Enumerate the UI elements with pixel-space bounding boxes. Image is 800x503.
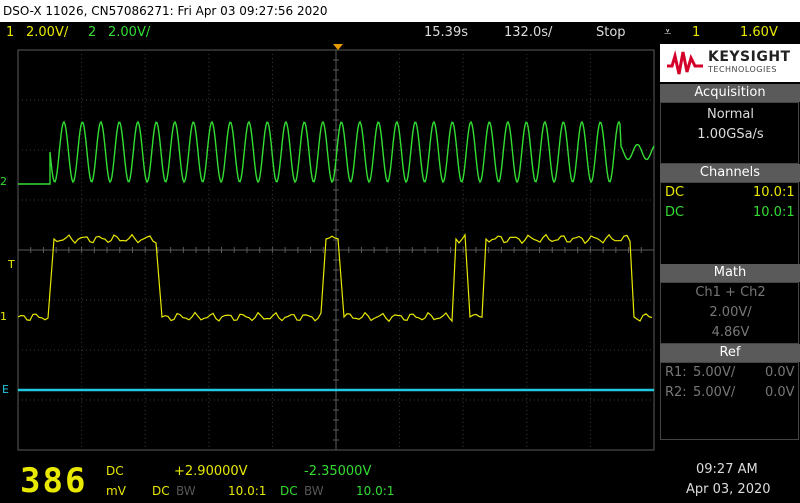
keysight-wave-icon — [667, 50, 703, 75]
delay-readout[interactable]: 132.0s/ — [504, 22, 552, 44]
ch2-probe: 10.0:1 — [753, 205, 795, 220]
clock-date: Apr 03, 2020 — [686, 482, 771, 497]
window-title: DSO-X 11026, CN57086271: Fri Apr 03 09:2… — [0, 0, 800, 22]
channels-header[interactable]: Channels — [660, 164, 800, 182]
waveform-display[interactable]: 2 T 1 E — [0, 44, 660, 460]
trigger-position-icon — [333, 44, 343, 50]
ch1-number[interactable]: 1 — [6, 22, 14, 44]
acquisition-mode: Normal — [706, 107, 755, 122]
ch2-number[interactable]: 2 — [88, 22, 96, 44]
trigger-channel[interactable]: 1 — [692, 22, 700, 44]
ch1-coupling: DC — [665, 185, 685, 200]
status-bar: 1 2.00V/ 2 2.00V/ 15.39s 132.0s/ Stop ⩡ … — [0, 22, 800, 44]
ch2-coupling-footer: DC — [280, 484, 298, 498]
trigger-edge-icon: ⩡ — [664, 25, 672, 40]
trigger-level-marker[interactable]: T — [8, 258, 15, 271]
ch1-offset[interactable]: +2.90000V — [174, 464, 248, 479]
math-section[interactable]: Ch1 + Ch2 2.00V/ 4.86V — [660, 282, 799, 344]
ch1-ground-marker[interactable]: 1 — [0, 310, 7, 323]
math-scale: 2.00V/ — [709, 305, 752, 320]
ch1-probe-footer: 10.0:1 — [228, 484, 267, 498]
measurement-coupling: DC — [106, 464, 124, 478]
ch2-probe-footer: 10.0:1 — [356, 484, 395, 498]
measurement-unit: mV — [106, 484, 126, 498]
math-ground-marker[interactable]: E — [2, 383, 9, 396]
side-panel: KEYSIGHT TECHNOLOGIES Acquisition Normal… — [660, 44, 800, 440]
logo-sub: TECHNOLOGIES — [708, 65, 777, 74]
ref-header[interactable]: Ref — [660, 344, 800, 362]
ch2-offset[interactable]: -2.35000V — [304, 464, 371, 479]
clock-time: 09:27 AM — [696, 462, 758, 477]
ch1-probe: 10.0:1 — [753, 185, 795, 200]
channels-section[interactable]: DC 10.0:1 DC 10.0:1 — [660, 182, 799, 266]
ch2-scale[interactable]: 2.00V/ — [108, 22, 150, 44]
ch1-coupling-footer: DC — [152, 484, 170, 498]
ch2-ground-marker[interactable]: 2 — [0, 175, 7, 188]
waveform-graticule[interactable] — [0, 44, 660, 460]
logo-brand: KEYSIGHT — [708, 49, 791, 65]
measurement-value[interactable]: 386 — [20, 461, 87, 501]
math-header[interactable]: Math — [660, 264, 800, 282]
ref-section[interactable]: R1: 5.00V/ 0.0V R2: 5.00V/ 0.0V — [660, 362, 799, 440]
ch1-scale[interactable]: 2.00V/ — [26, 22, 68, 44]
ch1-trace — [17, 232, 653, 323]
ref2-offset: 0.0V — [765, 385, 795, 400]
ref2-scale: 5.00V/ — [693, 385, 736, 400]
ref1-scale: 5.00V/ — [693, 365, 736, 380]
acquisition-section[interactable]: Normal 1.00GSa/s — [660, 102, 799, 164]
keysight-logo: KEYSIGHT TECHNOLOGIES — [660, 44, 800, 82]
acquisition-header[interactable]: Acquisition — [660, 84, 800, 102]
trigger-level[interactable]: 1.60V — [740, 22, 778, 44]
math-function: Ch1 + Ch2 — [695, 285, 766, 300]
bottom-bar: 386 DC mV +2.90000V -2.35000V DC BW 10.0… — [0, 460, 800, 503]
ref1-offset: 0.0V — [765, 365, 795, 380]
ref1-label: R1: — [665, 365, 687, 380]
run-state[interactable]: Stop — [596, 22, 626, 44]
math-offset: 4.86V — [711, 325, 750, 340]
timebase-readout[interactable]: 15.39s — [424, 22, 468, 44]
ch2-coupling: DC — [665, 205, 685, 220]
ch1-bw-limit: BW — [176, 484, 196, 498]
ref2-label: R2: — [665, 385, 687, 400]
ch2-bw-limit: BW — [304, 484, 324, 498]
sample-rate: 1.00GSa/s — [697, 127, 764, 142]
